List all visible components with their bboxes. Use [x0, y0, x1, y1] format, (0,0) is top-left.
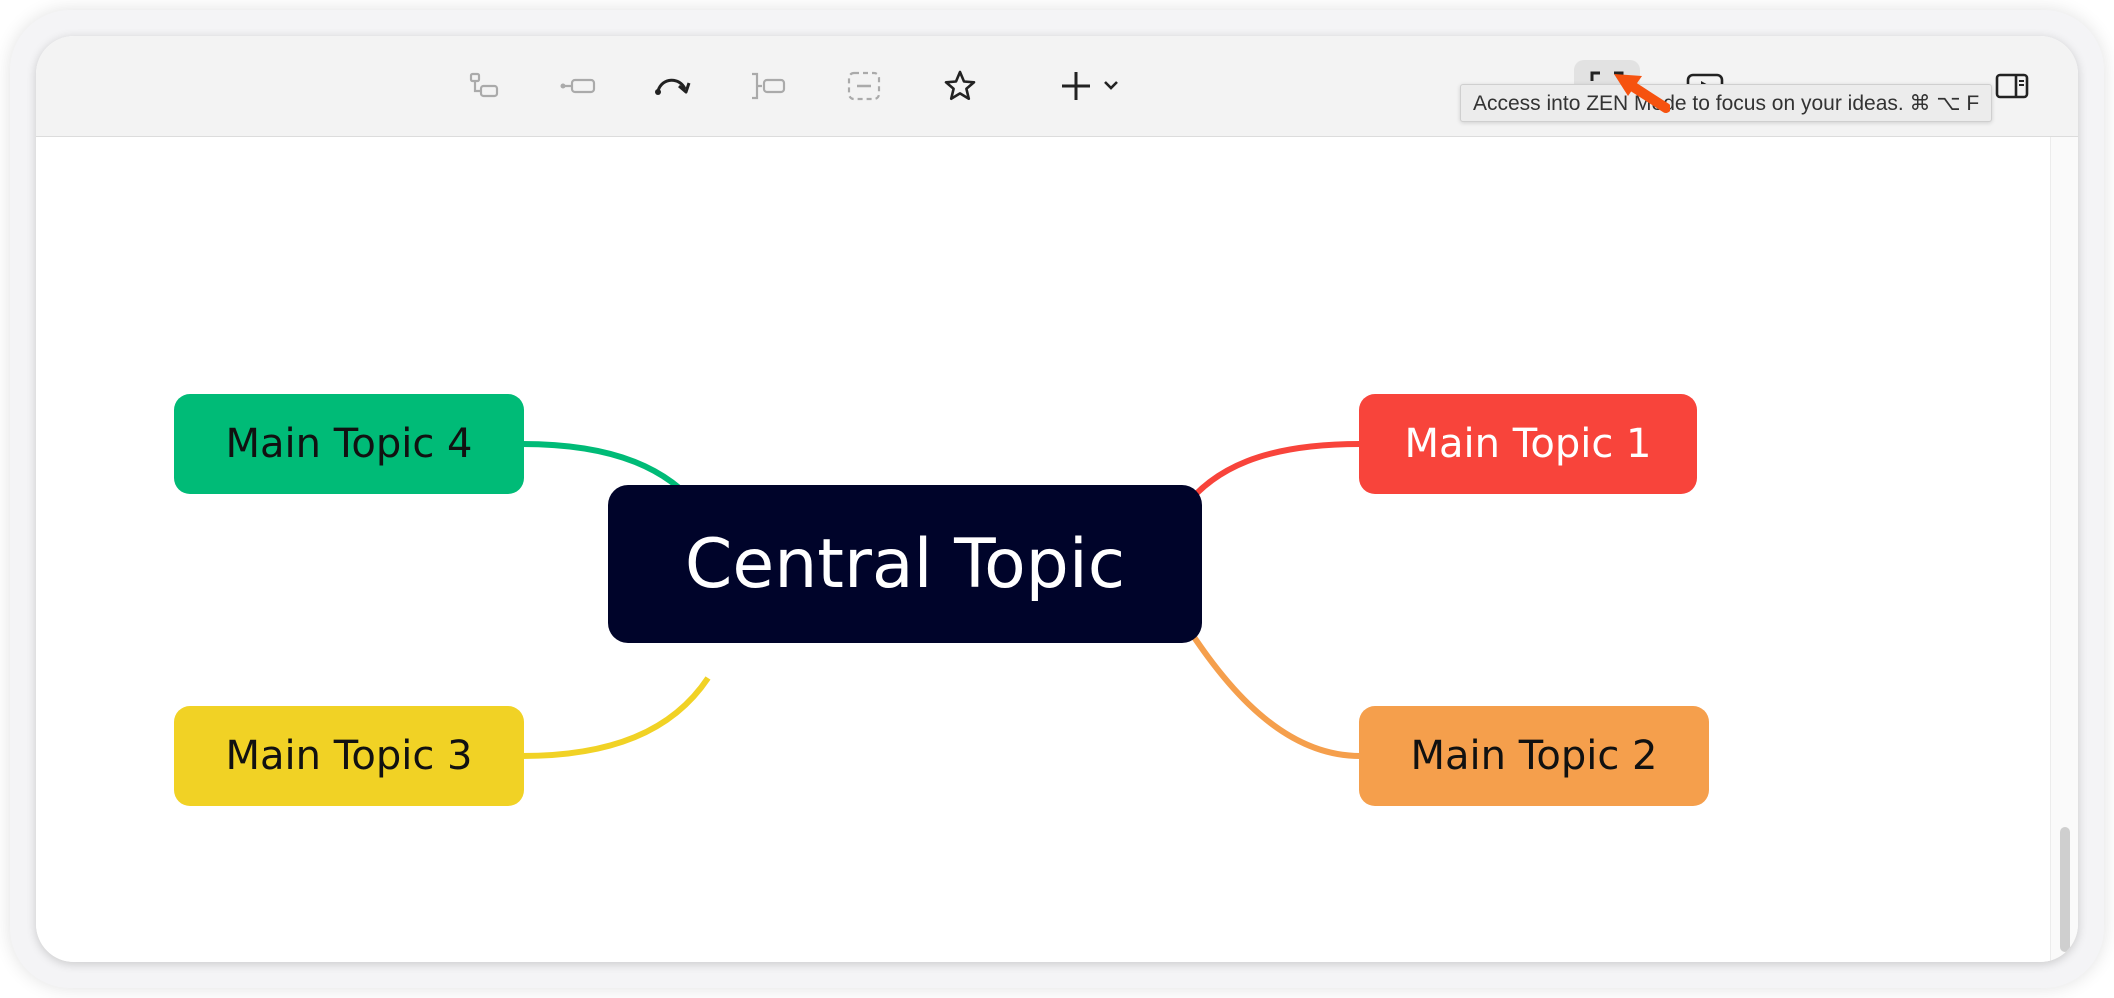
main-topic-3[interactable]: Main Topic 3	[174, 706, 524, 806]
main-topic-2-label: Main Topic 2	[1410, 733, 1658, 779]
main-topic-2[interactable]: Main Topic 2	[1359, 706, 1709, 806]
central-topic-label: Central Topic	[684, 524, 1126, 604]
zen-mode-tooltip: Access into ZEN Mode to focus on your id…	[1460, 84, 1993, 122]
connector-topic-3	[521, 676, 711, 759]
main-topic-4-label: Main Topic 4	[225, 421, 473, 467]
main-topic-1[interactable]: Main Topic 1	[1359, 394, 1697, 494]
connector-topic-1	[1173, 441, 1361, 521]
tooltip-text: Access into ZEN Mode to focus on your id…	[1473, 91, 1980, 115]
main-topic-4[interactable]: Main Topic 4	[174, 394, 524, 494]
main-topic-3-label: Main Topic 3	[225, 733, 473, 779]
annotation-arrow-icon	[1614, 74, 1670, 113]
connector-topic-2	[1173, 608, 1361, 759]
central-topic[interactable]: Central Topic	[608, 485, 1202, 643]
main-topic-1-label: Main Topic 1	[1404, 421, 1652, 467]
